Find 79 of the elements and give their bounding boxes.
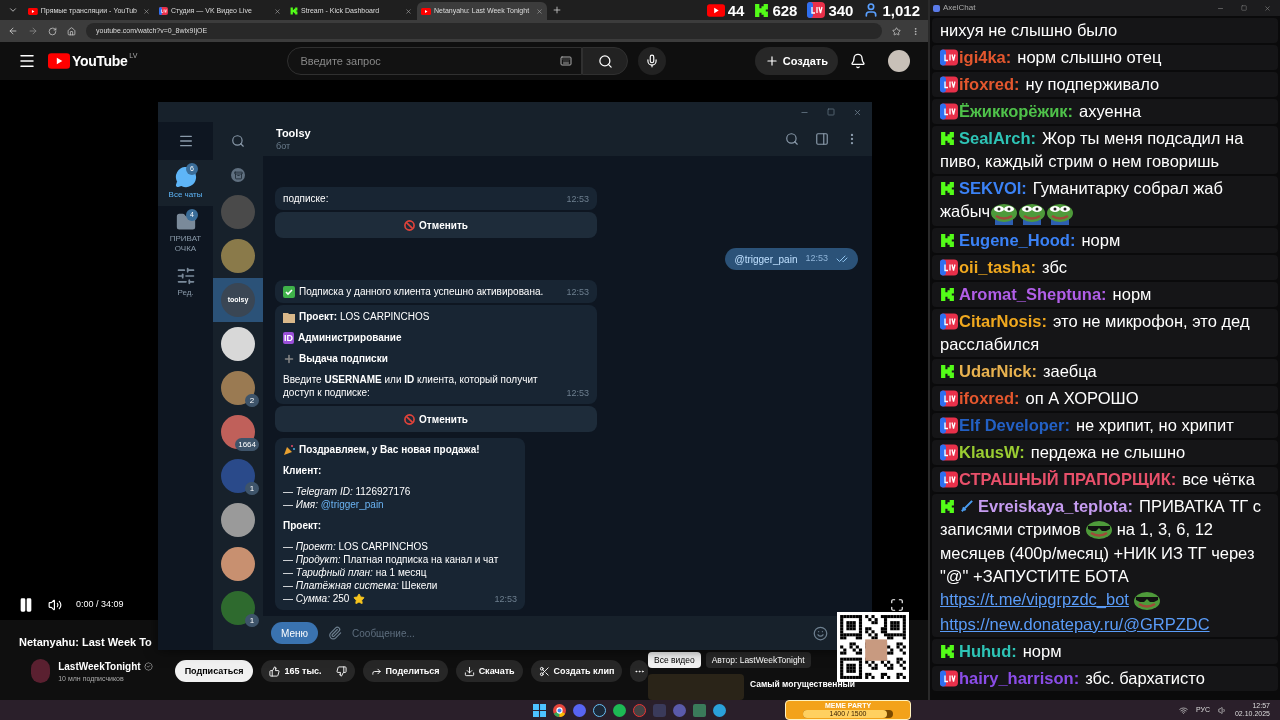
folder-label: ПРИВАТ ОЧКА [168,234,203,254]
menu-button[interactable]: Меню [271,622,319,644]
message-text: подписке: [283,192,329,205]
chat-message: Evreiskaya_teplota: ПРИВАТКА ТГ с записями стримов на 1, 3, 6, 12 месяцев (400р/месяц) +НИК ИЗ ТГ через "@" +ЗАПУСТИТЕ БОТА https://t.me/vipgrpzdc_bot https://new.donatepay.ru/@GRPZDC [932,493,1278,637]
message-text: — Сумма: 250 [283,592,350,605]
chat-status: бот [276,140,292,152]
youtube-logo-text[interactable]: YouTube [72,50,128,72]
chat-title: Toolsy [276,126,312,140]
chat-message: Elf Developer: не хрипит, но хрипит [932,412,1278,438]
message-time: 12:53 [805,252,828,266]
chat-message: UdarNick: заебца [932,358,1278,384]
username-link[interactable]: @trigger_pain [320,499,384,510]
chat-message: Huhud: норм [932,638,1278,664]
unread-badge: 1 [245,482,259,495]
message-time: 12:53 [566,194,589,205]
viewer-count: 44 [727,2,745,18]
window-title: AxelChat [943,2,977,14]
chat-message: нихуя не слышно было [932,18,1278,43]
subscribe-button[interactable]: Подписаться [174,660,254,683]
unread-badge: 1 [245,614,259,627]
message-time: 12:53 [566,287,589,298]
cancel-button[interactable]: Отменить [275,212,597,238]
message-text: Поздравляем, у Вас новая продажа! [299,443,480,456]
folder-label: Все чаты [167,190,204,200]
message-text: — Telegram ID: 1126927176 [283,485,411,498]
chat-message: Eugene_Hood: норм [932,227,1278,253]
unread-badge: 2 [245,394,259,407]
message-text: — Продукт: Платная подписка на канал и чат [283,553,499,566]
message-text: @trigger_pain [734,252,798,267]
message-text: Проект: [283,519,322,532]
video-time: 0:00 / 34:09 [76,598,124,612]
chat-message: СТРАШНЫЙ ПРАПОРЩИК: все чётка [932,466,1278,492]
share-button[interactable]: Поделиться [362,660,448,683]
id-badge: ID [283,332,294,344]
chat-message: KlausW: пердежа не слышно [932,439,1278,465]
message-time: 12:53 [566,388,589,399]
message-text: — Проект: LOS CARPINCHOS [283,540,428,553]
like-button[interactable]: 165 тыс. [269,664,322,678]
chat-message: Ёжиккорёжик: ахуенна [932,99,1278,124]
folder-label: Ред. [176,288,195,298]
message-text: Выдача подписки [299,352,388,365]
message-text: — Платёжная система: Шекели [283,579,438,592]
message-text: Администрирование [298,331,402,344]
chat-message: Aromat_Sheptuna: норм [932,281,1278,307]
viewer-count: 1,012 [882,2,920,18]
chat-message: ifoxred: ну подперживало [932,72,1278,97]
recommended-title[interactable]: Самый могущественный [750,678,855,691]
filter-chip[interactable]: Автор: LastWeekTonight [705,652,811,668]
video-title: Netanyahu: Last Week To [19,635,152,650]
viewer-count: 340 [828,2,854,18]
chat-list-item[interactable]: 2 [213,366,263,410]
message-input[interactable]: Сообщение... [352,625,803,641]
viewer-count: 628 [772,2,798,18]
download-button[interactable]: Скачать [455,660,523,683]
chat-list-item[interactable]: 1 [213,586,263,630]
message-text: Проект: LOS CARPINCHOS [299,310,430,323]
chat-message: igi4ka: норм слышно отец [932,45,1278,70]
message-text: Подписка у данного клиента успешно активирована. [299,285,544,298]
cancel-button[interactable]: Отменить [275,406,597,432]
message-text: Введите USERNAME или ID клиента, который получит доступ к подписке: [283,373,539,399]
chat-link[interactable]: https://t.me/vipgrpzdc_bot [940,590,1129,609]
unread-badge: 1664 [235,438,259,451]
chat-link[interactable]: https://new.donatepay.ru/@GRPZDC [940,614,1210,633]
message-text: — Тарифный план: на 1 месяц [283,566,427,579]
chat-message: SealArch: Жор ты меня подсадил на пиво, каждый стрим о нем говоришь [932,126,1278,174]
create-button[interactable]: Создать [754,47,838,75]
chat-list-item[interactable]: 1 [213,454,263,498]
folder-tab[interactable]: Ред. [158,260,213,304]
filter-chip[interactable]: Все видео [648,652,701,668]
message-text: — Имя: @trigger_pain [283,498,384,511]
message-time: 12:53 [494,594,517,605]
search-field[interactable]: Введите запрос [287,47,583,75]
message-text: Клиент: [283,464,322,477]
clip-button[interactable]: Создать клип [530,660,623,683]
chat-list-item[interactable]: 1664 [213,410,263,454]
chat-message: ifoxred: оп А ХОРОШО [932,385,1278,411]
chat-message: hairy_harrison: збс. бархатисто [932,665,1278,691]
chat-message: oii_tasha: збс [932,254,1278,280]
channel-name[interactable]: LastWeekTonight [58,658,141,674]
